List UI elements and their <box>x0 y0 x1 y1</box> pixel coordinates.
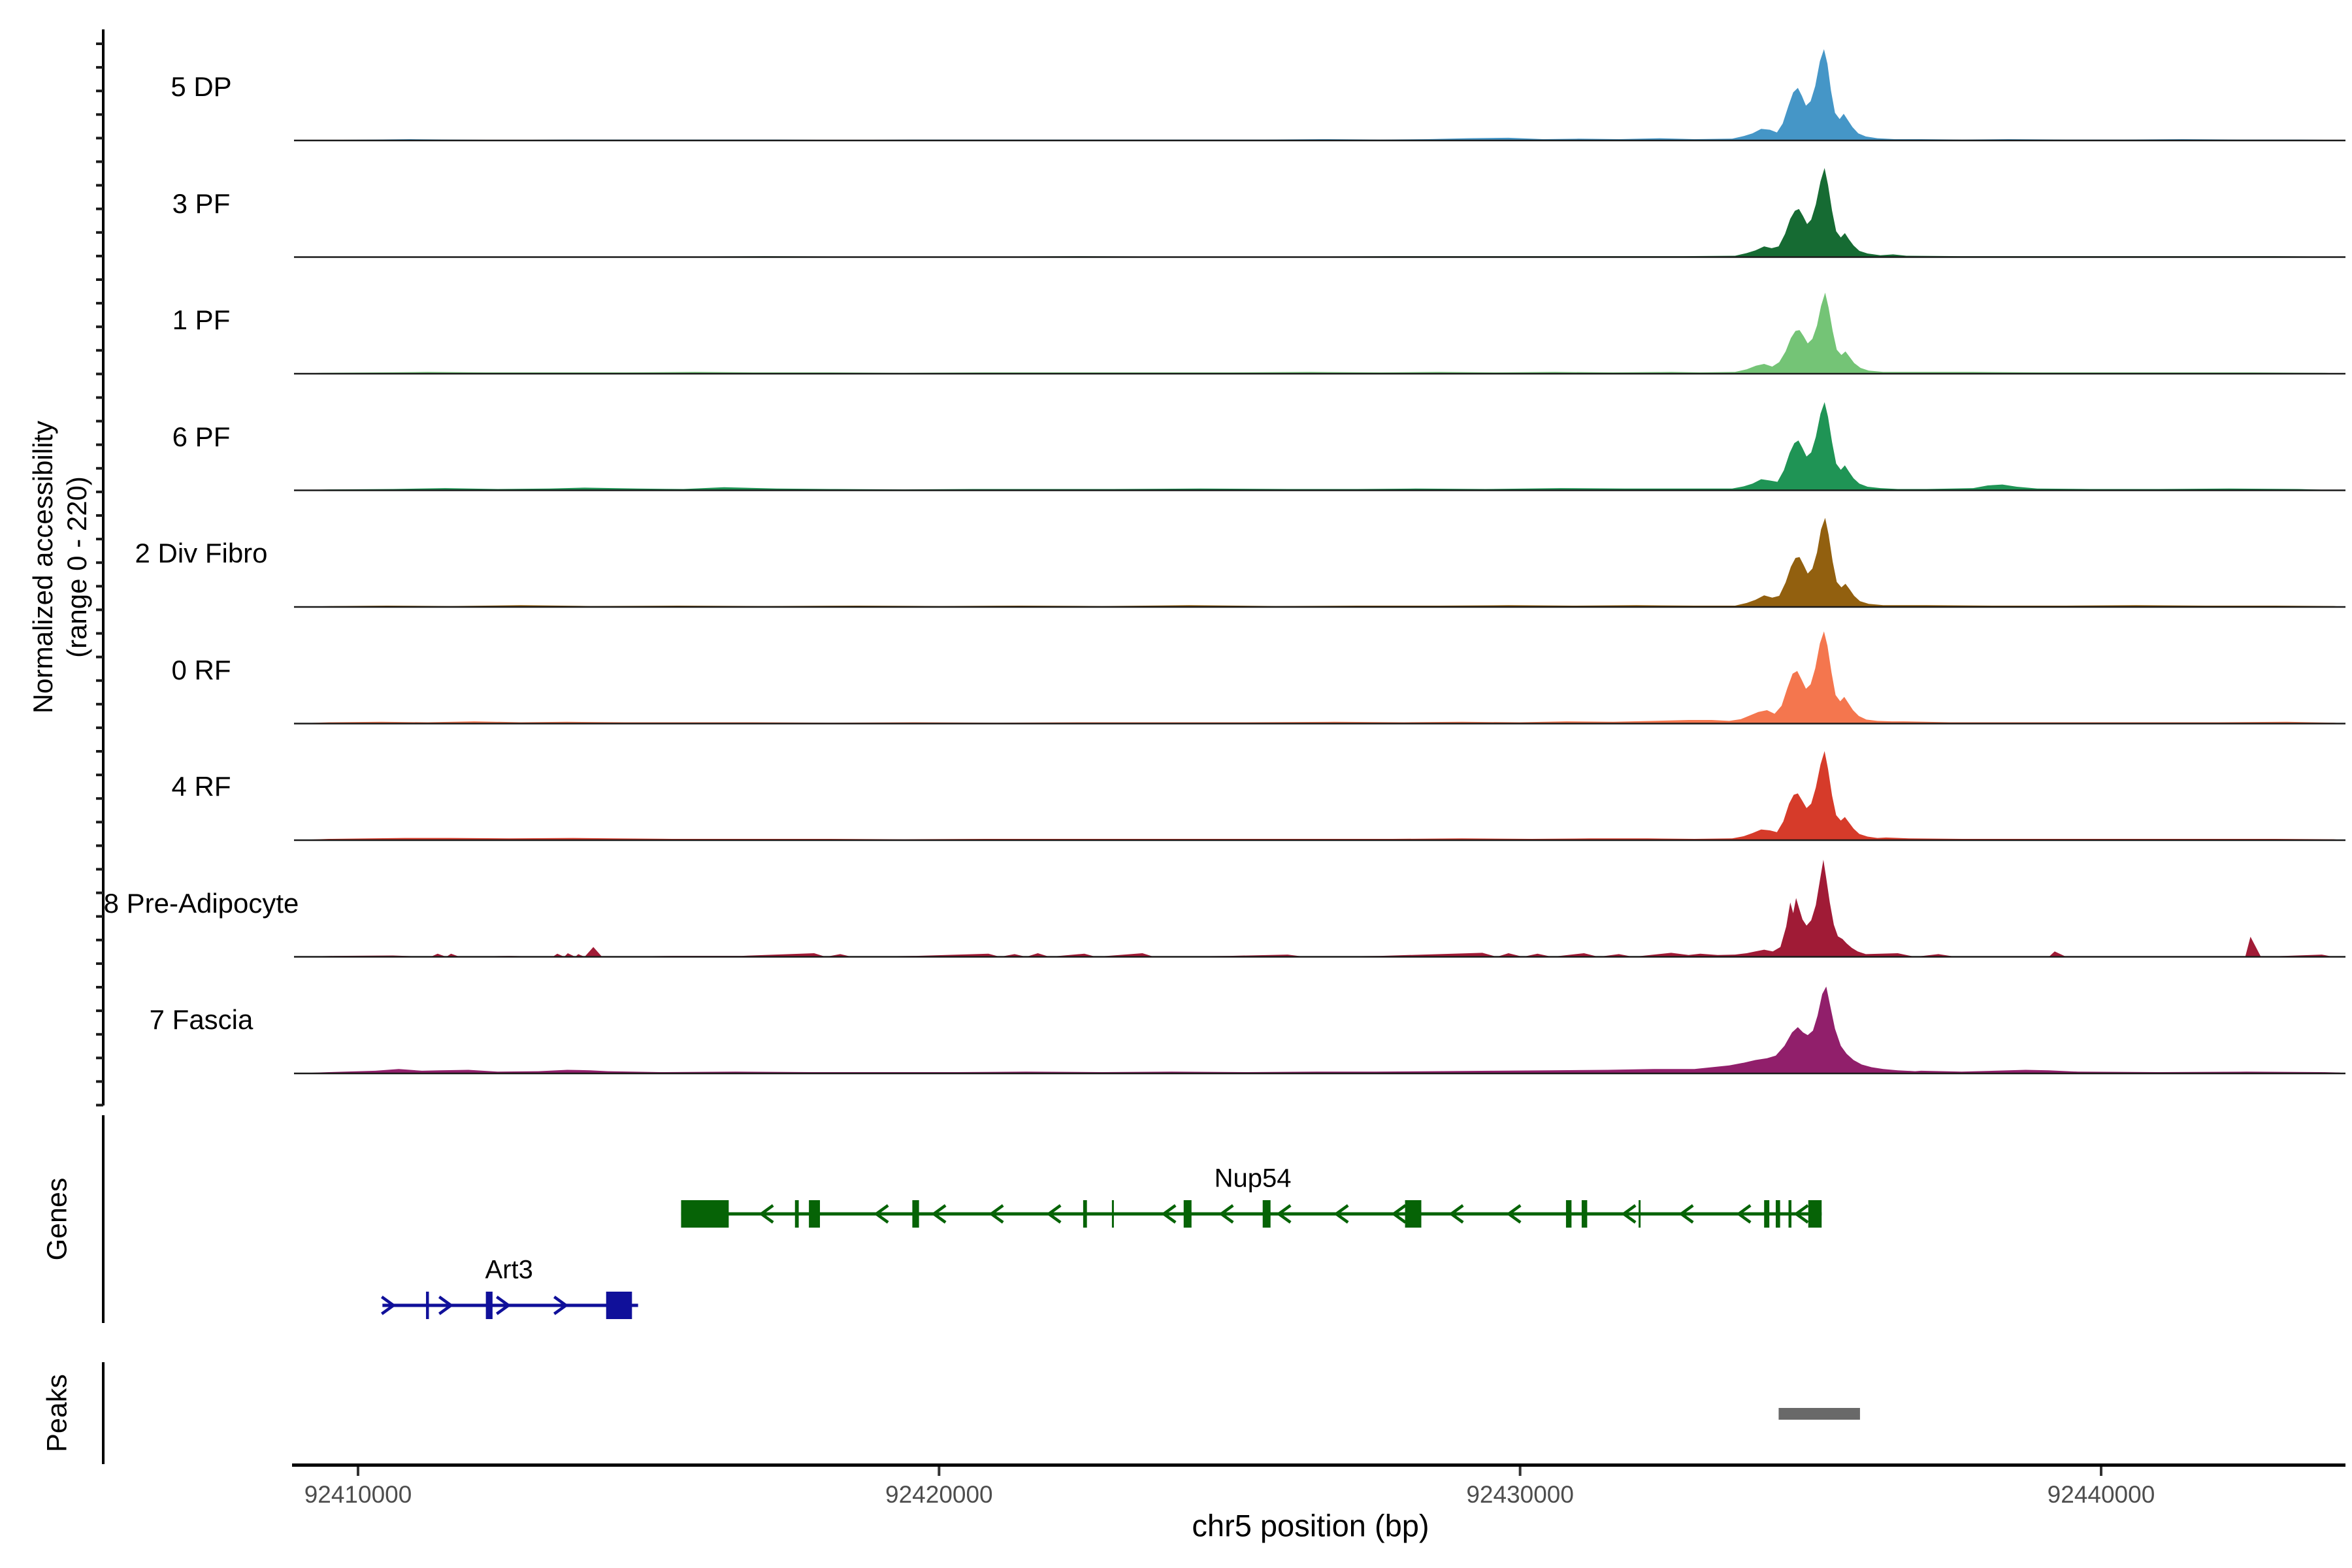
genes-section-label: Genes <box>42 1178 74 1261</box>
track-label: 2 Div Fibro <box>135 538 267 569</box>
gene-exon <box>1083 1200 1087 1228</box>
peaks-section-label: Peaks <box>42 1374 74 1452</box>
gene-exon <box>912 1200 919 1228</box>
coverage-area-5 <box>294 518 2345 607</box>
x-axis-title: chr5 position (bp) <box>1192 1508 1429 1544</box>
coverage-area-3 <box>294 293 2345 374</box>
x-tick-label: 92420000 <box>885 1481 993 1509</box>
gene-exon <box>1808 1200 1821 1228</box>
track-label: 4 RF <box>171 771 231 802</box>
gene-exon <box>809 1200 820 1228</box>
coverage-area-2 <box>294 168 2345 257</box>
genome-browser-canvas <box>0 0 2352 1568</box>
gene-exon <box>1405 1200 1422 1228</box>
x-axis-line <box>292 1463 2345 1467</box>
x-tick-label: 92430000 <box>1466 1481 1574 1509</box>
gene-exon <box>1639 1200 1641 1228</box>
x-tick-label: 92440000 <box>2048 1481 2155 1509</box>
track-label: 7 Fascia <box>150 1004 253 1036</box>
coverage-area-8 <box>294 860 2345 957</box>
coverage-area-9 <box>294 987 2345 1073</box>
gene-exon <box>795 1200 799 1228</box>
coverage-area-1 <box>294 49 2345 140</box>
coverage-area-6 <box>294 631 2345 723</box>
gene-exon <box>606 1292 632 1319</box>
gene-exon <box>1263 1200 1271 1228</box>
coverage-plot-figure: Normalized accessibility (range 0 - 220)… <box>0 0 2352 1568</box>
coverage-area-4 <box>294 402 2345 491</box>
track-label: 3 PF <box>172 188 231 220</box>
peak-interval-bar <box>1778 1408 1860 1420</box>
gene-exon <box>1776 1200 1780 1228</box>
y-axis-title-line2: (range 0 - 220) <box>60 421 94 713</box>
track-label: 5 DP <box>171 71 231 103</box>
gene-exon <box>681 1200 728 1228</box>
y-axis-title-line1: Normalized accessibility <box>26 421 60 713</box>
track-label: 1 PF <box>172 304 231 336</box>
x-tick-label: 92410000 <box>304 1481 412 1509</box>
gene-exon <box>1184 1200 1192 1228</box>
y-axis-title: Normalized accessibility (range 0 - 220) <box>26 421 94 713</box>
gene-exon <box>426 1292 429 1319</box>
track-label: 0 RF <box>171 655 231 686</box>
gene-exon <box>486 1292 493 1319</box>
gene-exon <box>1566 1200 1571 1228</box>
gene-exon <box>1789 1200 1791 1228</box>
track-label: 8 Pre-Adipocyte <box>104 888 299 919</box>
coverage-area-7 <box>294 751 2345 840</box>
track-label: 6 PF <box>172 421 231 453</box>
gene-exon <box>1764 1200 1769 1228</box>
gene-label-Nup54: Nup54 <box>1215 1164 1292 1194</box>
gene-exon <box>1582 1200 1587 1228</box>
gene-label-Art3: Art3 <box>485 1256 533 1285</box>
gene-exon <box>1112 1200 1114 1228</box>
